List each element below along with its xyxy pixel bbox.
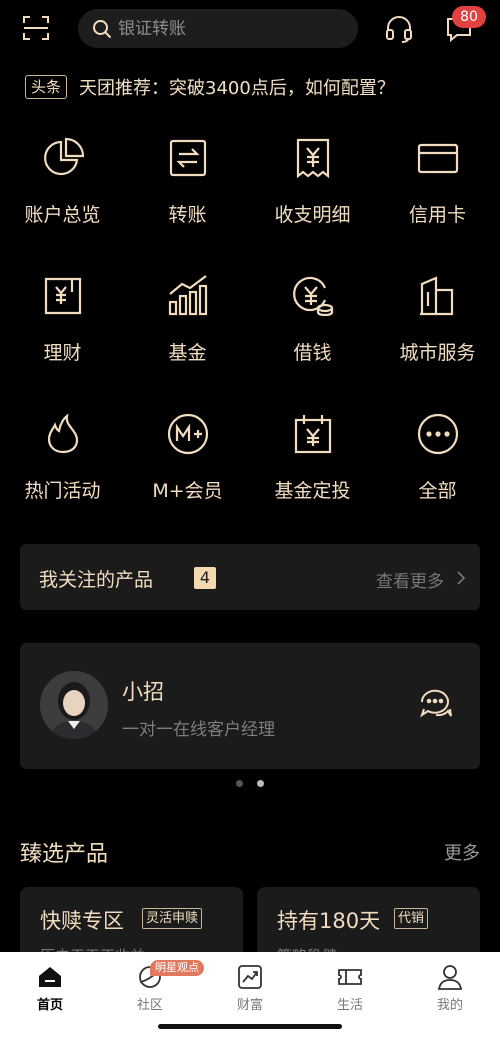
news-headline[interactable]: 天团推荐：突破3400点后，如何配置？ <box>79 74 395 100</box>
carousel-dot-active <box>257 780 264 787</box>
top-bar: 80 <box>0 0 500 60</box>
tab-home[interactable]: 首页 <box>0 962 100 1014</box>
transfer-icon <box>169 139 207 177</box>
grid-item-hot-events[interactable]: 热门活动 <box>0 406 125 516</box>
ticket-icon <box>338 969 362 985</box>
followed-products-title: 我关注的产品 <box>39 569 154 591</box>
grid-item-transactions[interactable]: 收支明细 <box>250 130 375 240</box>
chat-bubble-icon[interactable] <box>418 688 452 720</box>
product-title: 快赎专区 <box>40 909 124 933</box>
tab-profile[interactable]: 我的 <box>400 962 500 1014</box>
grid-item-city-services[interactable]: 城市服务 <box>375 268 500 378</box>
search-bar[interactable] <box>78 9 358 48</box>
grid-item-fund-investment-plan[interactable]: 基金定投 <box>250 406 375 516</box>
calendar-yen-icon <box>294 415 332 454</box>
grid-item-credit-card[interactable]: 信用卡 <box>375 130 500 240</box>
more-dots-icon <box>417 413 459 455</box>
news-ticker[interactable]: 头条 天团推荐：突破3400点后，如何配置？ <box>25 74 485 100</box>
grid-item-m-plus-member[interactable]: M+会员 <box>125 406 250 516</box>
chevron-right-icon <box>457 571 466 585</box>
grid-item-transfer[interactable]: 转账 <box>125 130 250 240</box>
fund-chart-icon <box>168 275 208 316</box>
wealth-doc-icon <box>44 277 82 315</box>
flame-icon <box>47 413 79 454</box>
carousel-dot <box>236 780 243 787</box>
product-tag: 代销 <box>394 908 429 929</box>
headset-icon[interactable] <box>384 15 414 43</box>
product-tag: 灵活申赎 <box>142 908 203 929</box>
product-title: 持有180天 <box>277 909 381 933</box>
featured-section-title: 臻选产品 <box>20 842 109 867</box>
home-icon <box>39 967 61 987</box>
grid-item-wealth[interactable]: 理财 <box>0 268 125 378</box>
scan-icon[interactable] <box>22 14 50 42</box>
featured-more-link[interactable]: 更多 <box>444 839 480 865</box>
loan-coin-icon <box>293 276 334 317</box>
community-badge: 明星观点 <box>150 960 204 976</box>
member-icon <box>167 413 209 455</box>
manager-name: 小招 <box>122 680 164 704</box>
followed-count-badge: 4 <box>194 567 216 589</box>
home-indicator <box>158 1024 342 1029</box>
grid-item-all[interactable]: 全部 <box>375 406 500 516</box>
view-more-link[interactable]: 查看更多 <box>376 567 444 592</box>
wealth-chart-icon <box>238 965 262 989</box>
account-manager-card[interactable]: 小招 一对一在线客户经理 <box>20 643 480 769</box>
city-building-icon <box>420 276 454 316</box>
manager-avatar-icon <box>40 671 108 739</box>
receipt-icon <box>296 138 330 179</box>
avatar <box>40 671 108 739</box>
grid-item-account-overview[interactable]: 账户总览 <box>0 130 125 240</box>
search-input[interactable] <box>118 18 338 39</box>
grid-item-loan[interactable]: 借钱 <box>250 268 375 378</box>
manager-description: 一对一在线客户经理 <box>122 720 275 740</box>
credit-card-icon <box>417 143 459 174</box>
tab-life[interactable]: 生活 <box>300 962 400 1014</box>
carousel-indicator <box>236 780 266 788</box>
pie-chart-icon <box>44 137 85 176</box>
search-icon <box>93 19 112 38</box>
followed-products-card[interactable]: 我关注的产品 4 查看更多 <box>20 544 480 610</box>
message-badge: 80 <box>452 6 486 28</box>
grid-item-fund[interactable]: 基金 <box>125 268 250 378</box>
news-tag: 头条 <box>25 75 68 99</box>
profile-icon <box>437 965 463 990</box>
tab-wealth[interactable]: 财富 <box>200 962 300 1014</box>
